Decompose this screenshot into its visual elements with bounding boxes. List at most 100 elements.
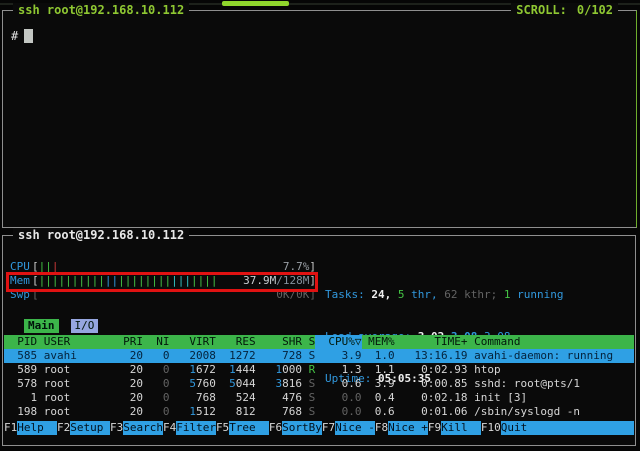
- cell-shr: 1000: [256, 363, 302, 377]
- cell-virt: 5760: [170, 377, 216, 391]
- fkey-nice-minus-button[interactable]: Nice -: [335, 421, 375, 435]
- shell-prompt-line[interactable]: #: [11, 29, 33, 43]
- cell-res: 1272: [216, 349, 256, 363]
- bracket: ]: [309, 274, 316, 288]
- cell-virt: 1672: [170, 363, 216, 377]
- cell-virt: 2008: [170, 349, 216, 363]
- fkey-quit-button[interactable]: Quit: [501, 421, 634, 435]
- cell-pid: 1: [4, 391, 37, 405]
- mem-meter-bars: |||||||||||||||||||||||||||: [39, 274, 244, 288]
- fkey-label: F9: [428, 421, 441, 435]
- fkey-label: F6: [269, 421, 282, 435]
- fkey-kill-button[interactable]: Kill: [441, 421, 481, 435]
- cpu-meter-bars: |||: [39, 260, 283, 274]
- tasks-line: Tasks: 24, 5 thr, 62 kthr; 1 running: [325, 288, 563, 302]
- scroll-value: 0/102: [577, 3, 613, 17]
- col-pri[interactable]: PRI: [110, 335, 143, 349]
- col-user[interactable]: USER: [37, 335, 110, 349]
- desktop: { "palette": { "accent_green": "#8fc832"…: [0, 0, 640, 451]
- terminal-pane-shell[interactable]: ssh root@192.168.10.112 SCROLL:0/102 #: [2, 10, 637, 228]
- cell-shr: 3816: [256, 377, 302, 391]
- cell-command: init [3]: [467, 391, 634, 405]
- fkey-nice-plus-button[interactable]: Nice +: [388, 421, 428, 435]
- fkey-sortby-button[interactable]: SortBy: [282, 421, 322, 435]
- cell-pid: 585: [4, 349, 37, 363]
- htop-tabs: Main I/O: [11, 319, 110, 333]
- cpu-meter-value: 7.7%: [283, 260, 310, 274]
- col-pid[interactable]: PID: [4, 335, 37, 349]
- cell-state: S: [302, 349, 315, 363]
- cell-ni: 0: [143, 391, 169, 405]
- fkey-label: F8: [375, 421, 388, 435]
- fkey-label: F10: [481, 421, 501, 435]
- fkey-help-button[interactable]: Help: [17, 421, 57, 435]
- fkey-label: F2: [57, 421, 70, 435]
- cell-mem: 3.9: [362, 377, 395, 391]
- fkey-filter-button[interactable]: Filter: [176, 421, 216, 435]
- cell-user: avahi: [37, 349, 110, 363]
- running-label: running: [517, 288, 563, 301]
- thread-count: 5: [398, 288, 405, 301]
- col-mem[interactable]: MEM%: [362, 335, 395, 349]
- tasks-count: 24,: [371, 288, 391, 301]
- cpu-meter: CPU[|||7.7%]: [10, 260, 316, 274]
- bracket: ]: [309, 288, 316, 302]
- table-row[interactable]: 198 root 20 0 1512 812 768 S 0.0 0.6 0:0…: [4, 405, 634, 419]
- table-row-selected[interactable]: 585 avahi 20 0 2008 1272 728 S 3.9 1.0 1…: [4, 349, 634, 363]
- cell-time: 13:16.19: [395, 349, 468, 363]
- cell-ni: 0: [143, 377, 169, 391]
- fkey-setup-button[interactable]: Setup: [70, 421, 110, 435]
- fkey-label: F7: [322, 421, 335, 435]
- cell-res: 524: [216, 391, 256, 405]
- cell-shr: 476: [256, 391, 302, 405]
- table-row[interactable]: 589 root 20 0 1672 1444 1000 R 1.3 1.1 0…: [4, 363, 634, 377]
- fkey-label: F5: [216, 421, 229, 435]
- kthread-count: 62 kthr;: [444, 288, 497, 301]
- cell-pid: 578: [4, 377, 37, 391]
- scroll-label: SCROLL:: [516, 3, 567, 17]
- cell-pri: 20: [110, 349, 143, 363]
- fkey-search-button[interactable]: Search: [123, 421, 163, 435]
- mem-meter: Mem[|||||||||||||||||||||||||||37.9M/128…: [10, 274, 316, 288]
- running-count: 1: [504, 288, 511, 301]
- cell-user: root: [37, 377, 110, 391]
- bracket: [: [32, 288, 39, 302]
- mem-meter-label: Mem: [10, 274, 32, 288]
- cell-cpu: 0.0: [315, 405, 361, 419]
- cell-pri: 20: [110, 377, 143, 391]
- cell-command: htop: [467, 363, 634, 377]
- cell-shr: 768: [256, 405, 302, 419]
- table-row[interactable]: 578 root 20 0 5760 5044 3816 S 0.6 3.9 0…: [4, 377, 634, 391]
- col-ni[interactable]: NI: [143, 335, 169, 349]
- mem-meter-total: /128M: [276, 274, 309, 288]
- fkey-tree-button[interactable]: Tree: [229, 421, 269, 435]
- cell-mem: 0.4: [362, 391, 395, 405]
- terminal-pane-htop[interactable]: ssh root@192.168.10.112 CPU[|||7.7%] Mem…: [2, 235, 636, 446]
- pane-title: ssh root@192.168.10.112: [13, 228, 189, 242]
- swap-meter-bars: [39, 288, 277, 302]
- tab-io[interactable]: I/O: [71, 319, 99, 333]
- tab-main[interactable]: Main: [24, 319, 59, 333]
- col-virt[interactable]: VIRT: [170, 335, 216, 349]
- cell-command: /sbin/syslogd -n: [467, 405, 634, 419]
- video-progress-bar: [222, 1, 289, 6]
- tasks-label: Tasks:: [325, 288, 365, 301]
- cell-cpu: 1.3: [315, 363, 361, 377]
- cell-pri: 20: [110, 405, 143, 419]
- cell-pid: 198: [4, 405, 37, 419]
- col-state[interactable]: S: [302, 335, 315, 349]
- bracket: [: [32, 260, 39, 274]
- cpu-meter-label: CPU: [10, 260, 32, 274]
- col-command[interactable]: Command: [467, 335, 634, 349]
- col-res[interactable]: RES: [216, 335, 256, 349]
- table-row[interactable]: 1 root 20 0 768 524 476 S 0.0 0.4 0:02.1…: [4, 391, 634, 405]
- fkey-label: F3: [110, 421, 123, 435]
- swap-meter: Swp[0K/0K]: [10, 288, 316, 302]
- col-cpu-sorted[interactable]: CPU%▽: [315, 335, 361, 349]
- cell-mem: 1.0: [362, 349, 395, 363]
- col-time[interactable]: TIME+: [395, 335, 468, 349]
- cell-state: R: [302, 363, 315, 377]
- col-shr[interactable]: SHR: [256, 335, 302, 349]
- cell-state: S: [302, 391, 315, 405]
- table-header: PID USER PRI NI VIRT RES SHR S CPU%▽ MEM…: [4, 335, 634, 349]
